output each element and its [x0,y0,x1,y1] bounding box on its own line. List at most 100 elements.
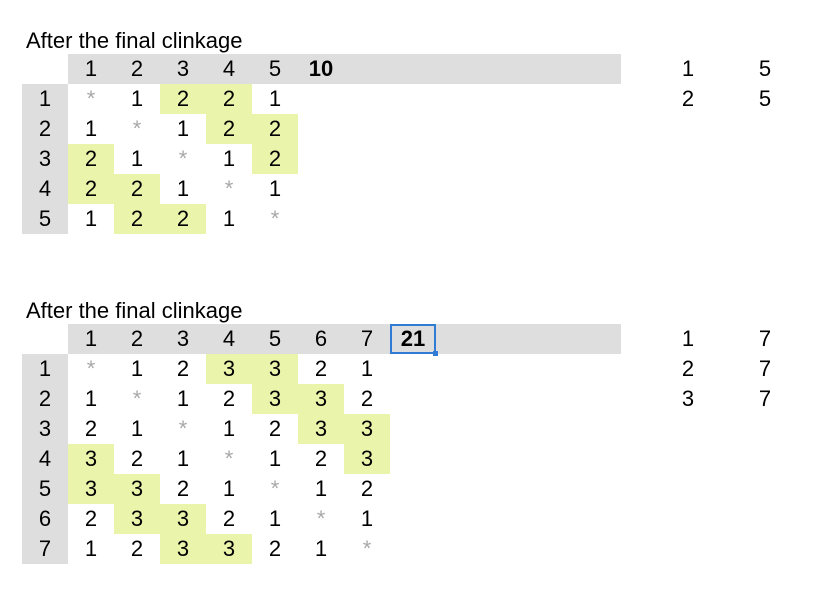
row-header[interactable]: 2 [22,384,68,414]
matrix-cell[interactable]: 2 [114,444,160,474]
matrix-cell[interactable]: 1 [114,354,160,384]
row-header[interactable]: 1 [22,354,68,384]
row-header[interactable]: 5 [22,204,68,234]
side-value[interactable]: 7 [750,324,780,354]
matrix-cell[interactable]: * [206,444,252,474]
row-header[interactable]: 2 [22,114,68,144]
matrix-cell[interactable]: 3 [206,534,252,564]
matrix-cell[interactable]: 1 [206,204,252,234]
matrix-cell[interactable]: 1 [206,414,252,444]
matrix-cell[interactable]: 1 [206,474,252,504]
matrix-cell[interactable]: 1 [160,444,206,474]
column-header[interactable]: 1 [68,324,114,354]
matrix-cell[interactable]: 1 [114,144,160,174]
matrix-cell[interactable]: 2 [252,414,298,444]
matrix-cell[interactable]: 3 [114,504,160,534]
matrix-cell[interactable]: 1 [344,354,390,384]
matrix-cell[interactable]: 2 [114,174,160,204]
matrix-cell[interactable]: 1 [206,144,252,174]
matrix-cell[interactable]: * [68,84,114,114]
matrix-cell[interactable]: 2 [160,474,206,504]
matrix-cell[interactable]: 1 [114,414,160,444]
column-header[interactable]: 3 [160,54,206,84]
matrix-cell[interactable]: 3 [298,384,344,414]
side-value[interactable]: 2 [673,354,703,384]
matrix-cell[interactable]: * [160,144,206,174]
row-header[interactable]: 3 [22,144,68,174]
matrix-cell[interactable]: 2 [206,114,252,144]
column-header[interactable]: 3 [160,324,206,354]
matrix-cell[interactable]: * [160,414,206,444]
matrix-cell[interactable]: 2 [68,174,114,204]
row-header[interactable]: 3 [22,414,68,444]
matrix-cell[interactable]: 3 [68,444,114,474]
side-value[interactable]: 1 [673,54,703,84]
matrix-cell[interactable]: 2 [68,144,114,174]
column-header[interactable]: 6 [298,324,344,354]
matrix-cell[interactable]: 2 [252,144,298,174]
matrix-cell[interactable]: 1 [252,84,298,114]
matrix-cell[interactable]: 2 [68,504,114,534]
matrix-cell[interactable]: 3 [252,354,298,384]
matrix-cell[interactable]: 1 [68,114,114,144]
matrix-cell[interactable]: * [114,114,160,144]
matrix-cell[interactable]: * [114,384,160,414]
matrix-cell[interactable]: 2 [160,354,206,384]
row-header[interactable]: 5 [22,474,68,504]
column-header[interactable]: 5 [252,54,298,84]
row-header[interactable]: 4 [22,444,68,474]
side-value[interactable]: 7 [750,354,780,384]
matrix-cell[interactable]: 2 [114,534,160,564]
matrix-cell[interactable]: 2 [160,204,206,234]
fill-handle[interactable] [433,351,438,356]
matrix-cell[interactable]: 3 [298,414,344,444]
matrix-cell[interactable]: 3 [344,444,390,474]
matrix-cell[interactable]: 2 [206,504,252,534]
matrix-cell[interactable]: 2 [344,384,390,414]
matrix-cell[interactable]: 1 [114,84,160,114]
column-header[interactable]: 1 [68,54,114,84]
matrix-cell[interactable]: * [298,504,344,534]
matrix-cell[interactable]: 2 [206,384,252,414]
column-header[interactable]: 4 [206,324,252,354]
matrix-cell[interactable]: 1 [160,384,206,414]
matrix-cell[interactable]: 2 [114,204,160,234]
column-header[interactable]: 7 [344,324,390,354]
matrix-cell[interactable]: 2 [160,84,206,114]
matrix-cell[interactable]: * [252,204,298,234]
side-value[interactable]: 5 [750,54,780,84]
matrix-cell[interactable]: 1 [298,534,344,564]
side-value[interactable]: 5 [750,84,780,114]
matrix-cell[interactable]: 2 [298,444,344,474]
matrix-cell[interactable]: 1 [68,384,114,414]
matrix-cell[interactable]: 3 [114,474,160,504]
side-value[interactable]: 3 [673,384,703,414]
column-header[interactable]: 2 [114,54,160,84]
matrix-cell[interactable]: * [206,174,252,204]
total-cell[interactable]: 21 [390,324,438,356]
matrix-cell[interactable]: 2 [68,414,114,444]
matrix-cell[interactable]: 3 [206,354,252,384]
matrix-cell[interactable]: 3 [344,414,390,444]
matrix-cell[interactable]: 3 [68,474,114,504]
row-header[interactable]: 4 [22,174,68,204]
matrix-cell[interactable]: 1 [252,444,298,474]
matrix-cell[interactable]: 1 [298,474,344,504]
matrix-cell[interactable]: 2 [206,84,252,114]
row-header[interactable]: 7 [22,534,68,564]
matrix-cell[interactable]: 1 [252,174,298,204]
matrix-cell[interactable]: 2 [252,534,298,564]
matrix-cell[interactable]: 1 [252,504,298,534]
row-header[interactable]: 1 [22,84,68,114]
matrix-cell[interactable]: * [252,474,298,504]
matrix-cell[interactable]: * [68,354,114,384]
matrix-cell[interactable]: 1 [68,534,114,564]
side-value[interactable]: 1 [673,324,703,354]
matrix-cell[interactable]: 2 [344,474,390,504]
matrix-cell[interactable]: * [344,534,390,564]
matrix-cell[interactable]: 2 [252,114,298,144]
matrix-cell[interactable]: 1 [344,504,390,534]
matrix-cell[interactable]: 1 [68,204,114,234]
matrix-cell[interactable]: 3 [252,384,298,414]
matrix-cell[interactable]: 3 [160,534,206,564]
